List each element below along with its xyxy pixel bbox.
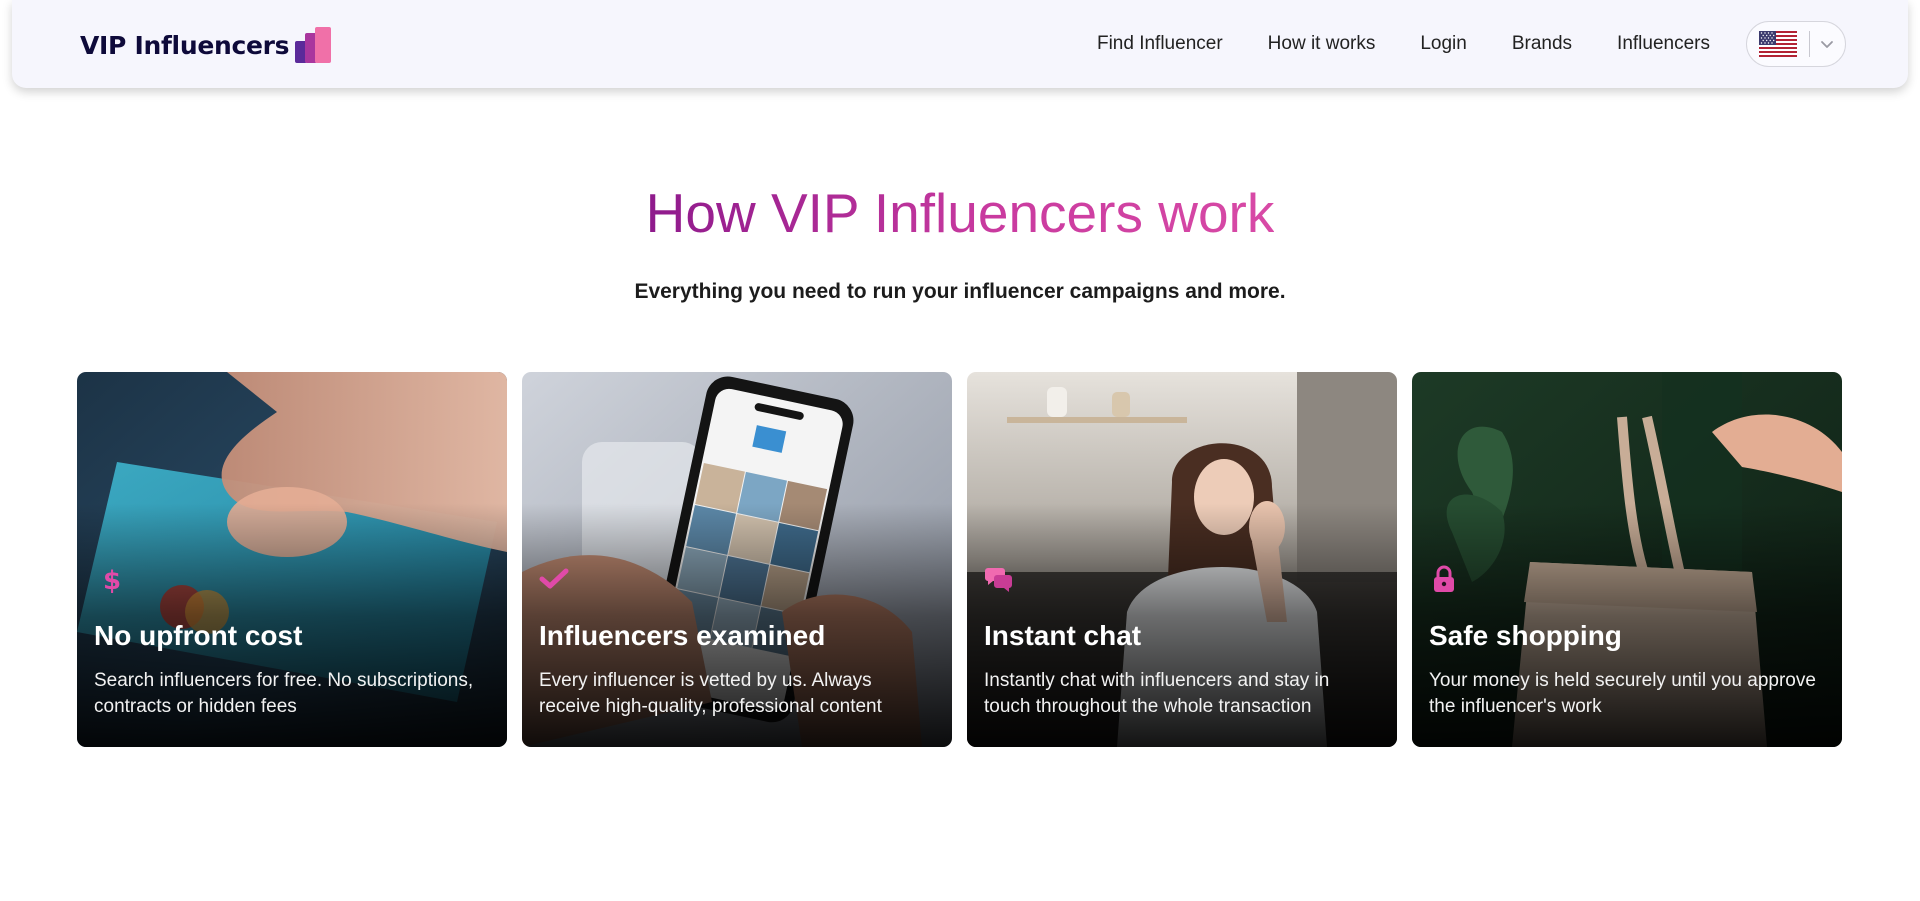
card-description: Search influencers for free. No subscrip… [94, 670, 474, 717]
feature-cards: $ No upfront cost Search influencers for… [77, 372, 1843, 747]
language-divider [1809, 31, 1810, 57]
main-nav: Find Influencer How it works Login Brand… [1097, 20, 1846, 68]
site-header: VIP Influencers Find Influencer How it w… [12, 0, 1908, 88]
feature-card-no-upfront-cost[interactable]: $ No upfront cost Search influencers for… [77, 372, 507, 747]
card-description: Instantly chat with influencers and stay… [984, 670, 1330, 717]
logo-mark-icon [295, 27, 332, 63]
nav-brands[interactable]: Brands [1512, 33, 1572, 55]
checkmark-icon [539, 568, 569, 589]
chat-bubbles-icon [985, 568, 1012, 592]
chevron-down-icon [1821, 41, 1833, 48]
card-title: Influencers examined [539, 620, 826, 651]
nav-login[interactable]: Login [1420, 33, 1467, 55]
card-title: Instant chat [984, 620, 1142, 651]
card-title: No upfront cost [94, 620, 303, 651]
dollar-icon: $ [103, 566, 121, 594]
page-subtitle: Everything you need to run your influenc… [634, 280, 1286, 303]
logo[interactable]: VIP Influencers [80, 26, 332, 64]
page-title: How VIP Influencers work [645, 182, 1275, 244]
feature-card-safe-shopping[interactable]: Safe shopping Your money is held securel… [1412, 372, 1842, 747]
nav-find-influencer[interactable]: Find Influencer [1097, 33, 1223, 55]
lock-icon [1434, 565, 1454, 592]
feature-card-influencers-examined[interactable]: Influencers examined Every influencer is… [522, 372, 952, 747]
card-title: Safe shopping [1429, 620, 1622, 651]
nav-how-it-works[interactable]: How it works [1268, 33, 1376, 55]
logo-text: VIP Influencers [80, 30, 290, 60]
language-selector[interactable] [1746, 21, 1846, 67]
us-flag-icon [1759, 31, 1797, 57]
card-description: Every influencer is vetted by us. Always… [539, 670, 882, 717]
card-description: Your money is held securely until you ap… [1429, 670, 1816, 717]
nav-influencers[interactable]: Influencers [1617, 33, 1710, 55]
svg-text:$: $ [103, 566, 121, 594]
feature-card-instant-chat[interactable]: Instant chat Instantly chat with influen… [967, 372, 1397, 747]
